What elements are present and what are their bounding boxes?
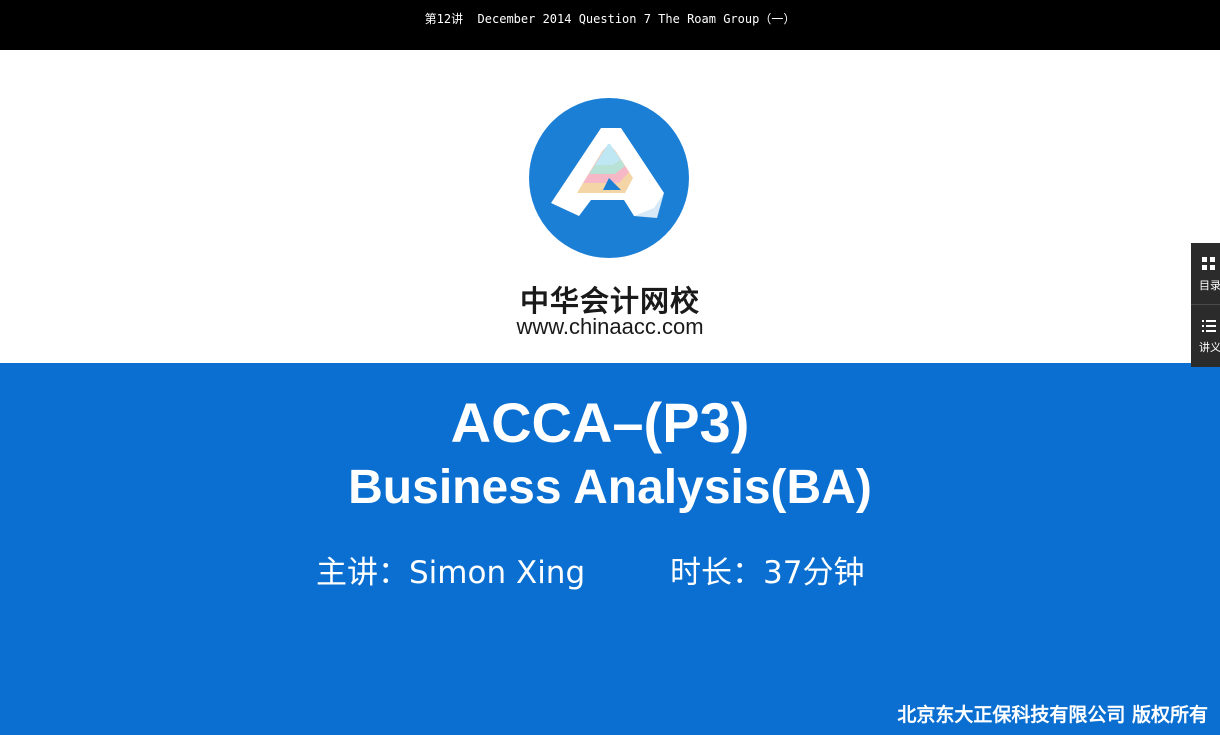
course-code: ACCA–(P3) <box>450 391 750 454</box>
grid-icon <box>1202 257 1215 270</box>
video-title: 第12讲 December 2014 Question 7 The Roam G… <box>424 12 796 26</box>
catalog-button[interactable]: 目录 <box>1191 243 1220 303</box>
video-slide[interactable]: 中华会计网校 www.chinaacc.com ACCA–(P3) Busine… <box>0 50 1220 735</box>
handout-button[interactable]: 讲义 <box>1191 304 1220 365</box>
video-title-bar: 第12讲 December 2014 Question 7 The Roam G… <box>0 0 1220 50</box>
brand-url: www.chinaacc.com <box>516 314 704 339</box>
copyright-notice: 北京东大正保科技有限公司 版权所有 <box>897 704 1208 726</box>
duration-info: 时长：37分钟 <box>670 555 865 591</box>
handout-label: 讲义 <box>1199 341 1220 354</box>
side-panel: 目录 讲义 <box>1191 243 1220 367</box>
lecturer-info: 主讲：Simon Xing <box>316 555 586 591</box>
course-name: Business Analysis(BA) <box>348 461 872 514</box>
chinaacc-logo-icon <box>529 98 689 258</box>
list-icon <box>1202 320 1216 332</box>
catalog-label: 目录 <box>1199 279 1220 292</box>
